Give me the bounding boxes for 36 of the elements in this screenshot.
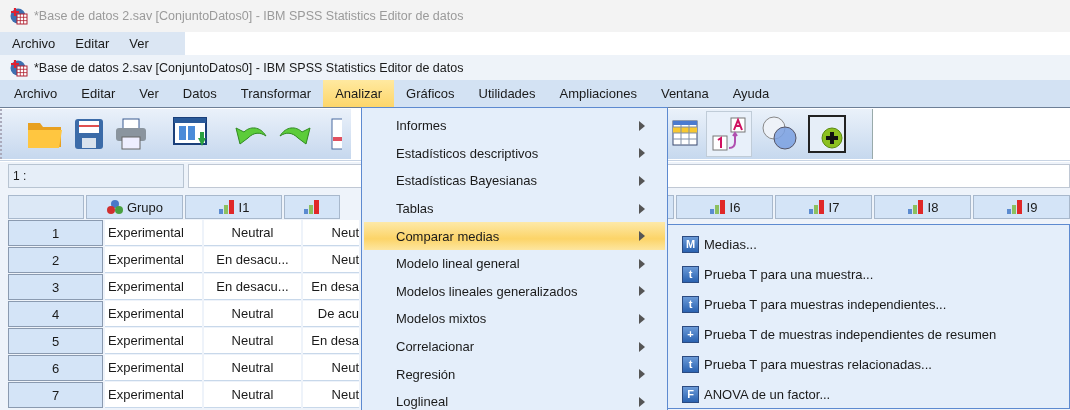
- table-cell: En desacu...: [204, 247, 301, 273]
- table-cell: Experimental: [105, 301, 202, 327]
- table-cell: Experimental: [105, 328, 202, 354]
- window-title: *Base de datos 2.sav [ConjuntoDatos0] - IBM SPSS Statistics Editor de datos: [34, 9, 464, 23]
- table-cell: Neutral: [204, 355, 301, 381]
- table-cell: En desa: [303, 274, 359, 300]
- table-cell: Experimental: [105, 247, 202, 273]
- table-cell: Neutral: [204, 382, 301, 408]
- table-cell: Neut: [303, 220, 359, 246]
- procedure-icon: t: [682, 355, 699, 373]
- table-cell: Experimental: [105, 220, 202, 246]
- procedure-icon: t: [682, 295, 699, 313]
- column-name: I9: [1026, 199, 1038, 215]
- table-cell: Neut: [303, 382, 359, 408]
- column-name: I8: [927, 199, 939, 215]
- table-cell: Experimental: [105, 355, 202, 381]
- table-cell: Neut: [303, 247, 359, 273]
- procedure-icon: F: [682, 385, 699, 403]
- procedure-icon: M: [682, 235, 699, 253]
- procedure-icon: t: [682, 265, 699, 283]
- table-cell: Neut: [303, 355, 359, 381]
- column-name: I7: [828, 199, 840, 215]
- table-cell: En desacu...: [204, 274, 301, 300]
- table-cell: Experimental: [105, 274, 202, 300]
- cell-reference: 1 :: [8, 164, 184, 188]
- table-cell: Neutral: [204, 220, 301, 246]
- table-cell: Neutral: [204, 328, 301, 354]
- table-cell: Experimental: [105, 382, 202, 408]
- table-cell: En desa: [303, 328, 359, 354]
- window-title: *Base de datos 2.sav [ConjuntoDatos0] - IBM SPSS Statistics Editor de datos: [34, 60, 464, 75]
- column-name: Grupo: [126, 199, 164, 215]
- column-name: I1: [238, 199, 250, 215]
- column-name: I6: [729, 199, 741, 215]
- table-cell: De acu: [303, 301, 359, 327]
- procedure-icon: +: [682, 325, 699, 343]
- table-cell: Neutral: [204, 301, 301, 327]
